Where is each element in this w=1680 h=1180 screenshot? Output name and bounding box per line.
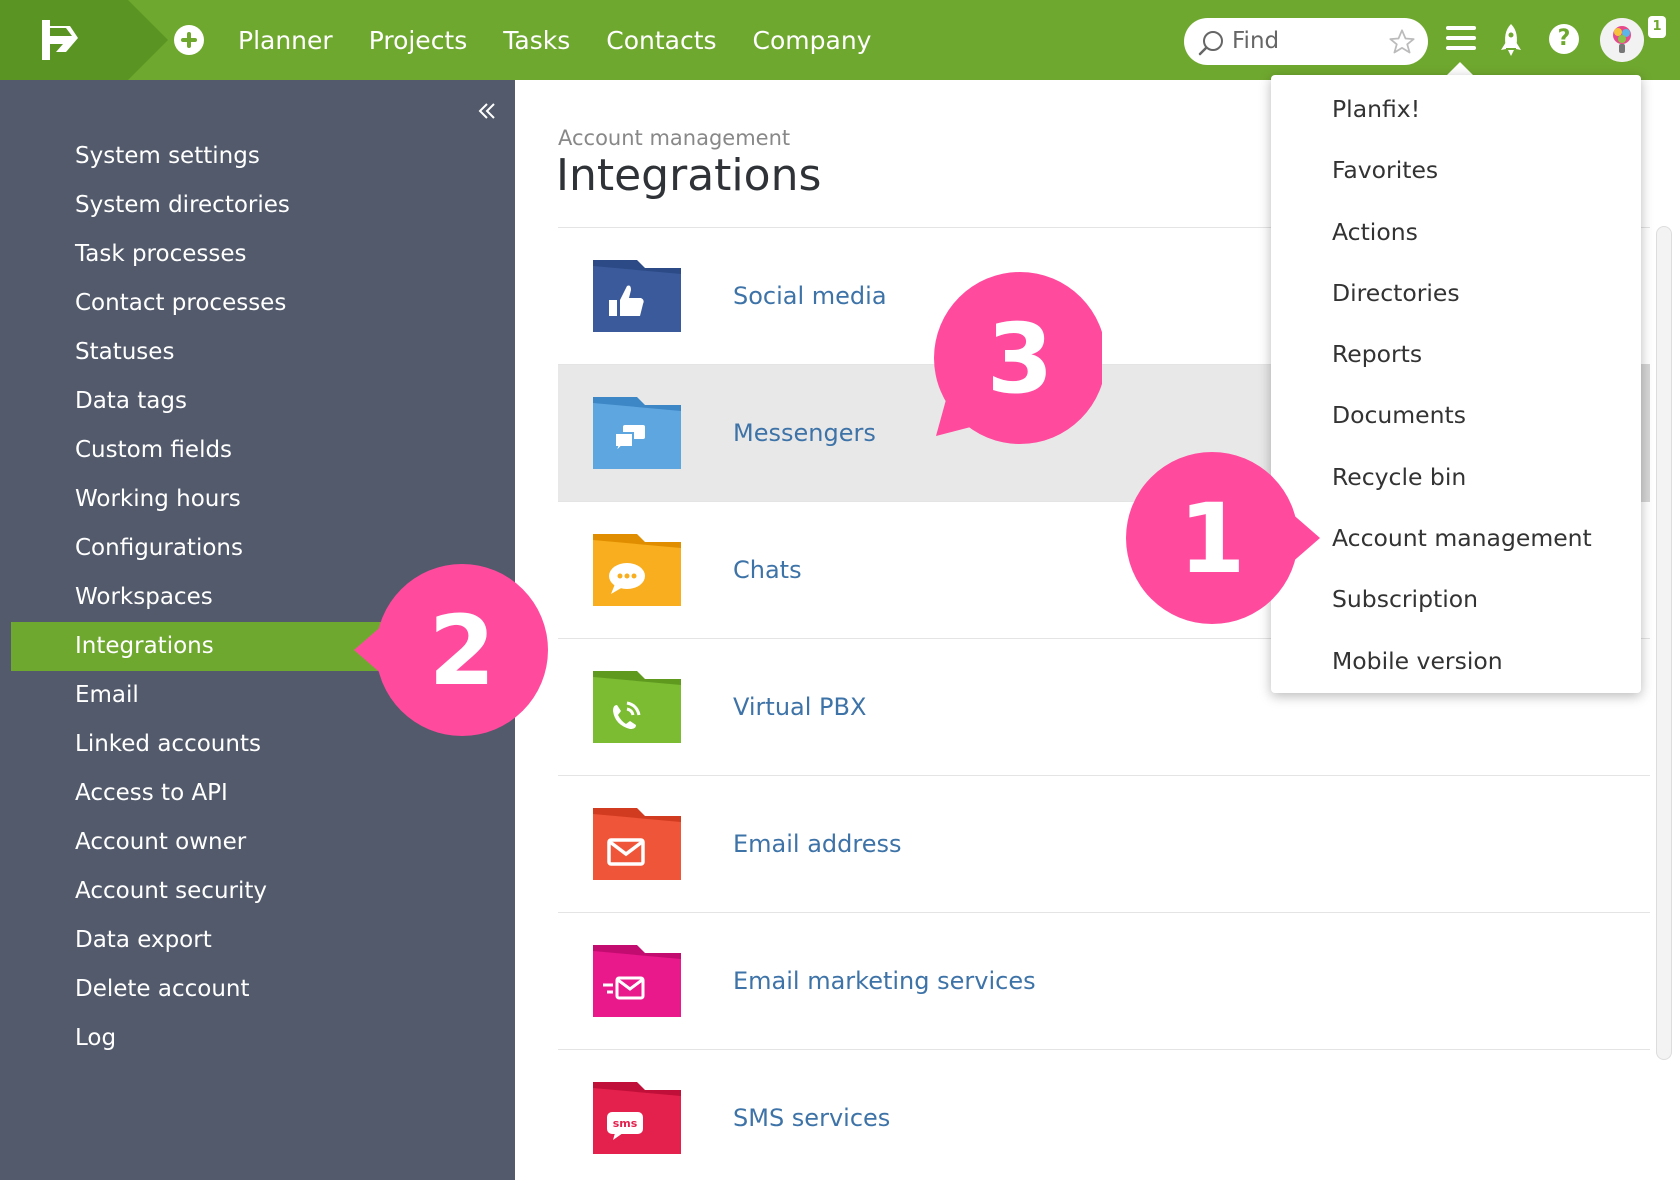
integration-label[interactable]: SMS services <box>733 1050 890 1180</box>
scrollbar-thumb[interactable] <box>1640 364 1650 502</box>
sidebar-item-access-to-api[interactable]: Access to API <box>0 769 515 818</box>
thumbs-up-icon <box>593 260 681 332</box>
envelope-icon <box>593 808 681 880</box>
main-nav: Planner Projects Tasks Contacts Company <box>174 0 907 80</box>
sidebar-item-integrations[interactable]: Integrations <box>11 622 406 671</box>
sidebar-item-system-settings[interactable]: System settings <box>0 132 515 181</box>
svg-text:sms: sms <box>613 1117 638 1130</box>
callout-number: 3 <box>987 303 1054 415</box>
sidebar-item-working-hours[interactable]: Working hours <box>0 475 515 524</box>
integration-label[interactable]: Chats <box>733 502 802 639</box>
menu-item-reports[interactable]: Reports <box>1271 324 1641 385</box>
menu-item-mobile-version[interactable]: Mobile version <box>1271 631 1641 692</box>
nav-planner[interactable]: Planner <box>238 26 333 55</box>
help-icon[interactable]: ? <box>1549 24 1579 54</box>
top-bar: Planner Projects Tasks Contacts Company … <box>0 0 1680 80</box>
sidebar-item-data-tags[interactable]: Data tags <box>0 377 515 426</box>
sidebar-item-account-security[interactable]: Account security <box>0 867 515 916</box>
nav-company[interactable]: Company <box>753 26 872 55</box>
rocket-icon[interactable] <box>1498 22 1524 58</box>
breadcrumb[interactable]: Account management <box>558 126 790 150</box>
planfix-logo[interactable] <box>0 0 168 80</box>
callout-step-3: 3 <box>934 272 1102 444</box>
menu-item-documents[interactable]: Documents <box>1271 385 1641 446</box>
notification-badge[interactable]: 1 <box>1648 16 1666 38</box>
sidebar-item-account-owner[interactable]: Account owner <box>0 818 515 867</box>
add-icon[interactable] <box>174 25 204 55</box>
dropdown-list: Planfix! Favorites Actions Directories R… <box>1271 79 1641 692</box>
menu-item-subscription[interactable]: Subscription <box>1271 569 1641 630</box>
scrollbar-track[interactable] <box>1656 226 1672 1060</box>
dropdown-caret <box>1446 62 1474 76</box>
integration-label[interactable]: Email marketing services <box>733 913 1036 1050</box>
sidebar-item-task-processes[interactable]: Task processes <box>0 230 515 279</box>
integration-label[interactable]: Email address <box>733 776 902 913</box>
menu-item-account-management[interactable]: Account management <box>1271 508 1641 569</box>
phone-icon <box>593 671 681 743</box>
menu-item-favorites[interactable]: Favorites <box>1271 140 1641 201</box>
callout-step-1: 1 <box>1126 452 1320 624</box>
menu-item-directories[interactable]: Directories <box>1271 263 1641 324</box>
menu-item-recycle-bin[interactable]: Recycle bin <box>1271 447 1641 508</box>
callout-step-2: 2 <box>354 564 548 736</box>
search-icon <box>1198 31 1223 56</box>
avatar-image <box>1600 18 1644 62</box>
sidebar-item-contact-processes[interactable]: Contact processes <box>0 279 515 328</box>
main-menu-dropdown: Planfix! Favorites Actions Directories R… <box>1271 75 1641 693</box>
sidebar-item-system-directories[interactable]: System directories <box>0 181 515 230</box>
integration-label[interactable]: Virtual PBX <box>733 639 866 776</box>
integration-item-email-marketing-services[interactable]: Email marketing services <box>558 912 1650 1049</box>
sidebar-item-log[interactable]: Log <box>0 1014 515 1063</box>
search-box <box>1184 18 1428 65</box>
collapse-sidebar-icon[interactable] <box>476 100 498 122</box>
nav-tasks[interactable]: Tasks <box>503 26 570 55</box>
chat-dots-icon <box>593 534 681 606</box>
integration-item-sms-services[interactable]: sms SMS services <box>558 1049 1650 1180</box>
sms-icon: sms <box>593 1082 681 1154</box>
callout-number: 2 <box>429 595 496 707</box>
integration-label[interactable]: Social media <box>733 228 887 365</box>
chat-bubbles-icon <box>593 397 681 469</box>
integration-item-email-address[interactable]: Email address <box>558 775 1650 912</box>
menu-item-planfix[interactable]: Planfix! <box>1271 79 1641 140</box>
sidebar-item-delete-account[interactable]: Delete account <box>0 965 515 1014</box>
menu-item-actions[interactable]: Actions <box>1271 202 1641 263</box>
sidebar-item-data-export[interactable]: Data export <box>0 916 515 965</box>
page-title: Integrations <box>556 150 822 201</box>
star-icon[interactable] <box>1388 28 1416 56</box>
hamburger-menu-icon[interactable] <box>1446 26 1476 52</box>
callout-number: 1 <box>1179 483 1246 595</box>
sidebar-item-custom-fields[interactable]: Custom fields <box>0 426 515 475</box>
sidebar-item-statuses[interactable]: Statuses <box>0 328 515 377</box>
nav-projects[interactable]: Projects <box>369 26 468 55</box>
search-input[interactable] <box>1232 26 1372 56</box>
avatar[interactable] <box>1600 18 1644 62</box>
mail-send-icon <box>593 945 681 1017</box>
nav-contacts[interactable]: Contacts <box>606 26 716 55</box>
integration-label[interactable]: Messengers <box>733 365 876 502</box>
